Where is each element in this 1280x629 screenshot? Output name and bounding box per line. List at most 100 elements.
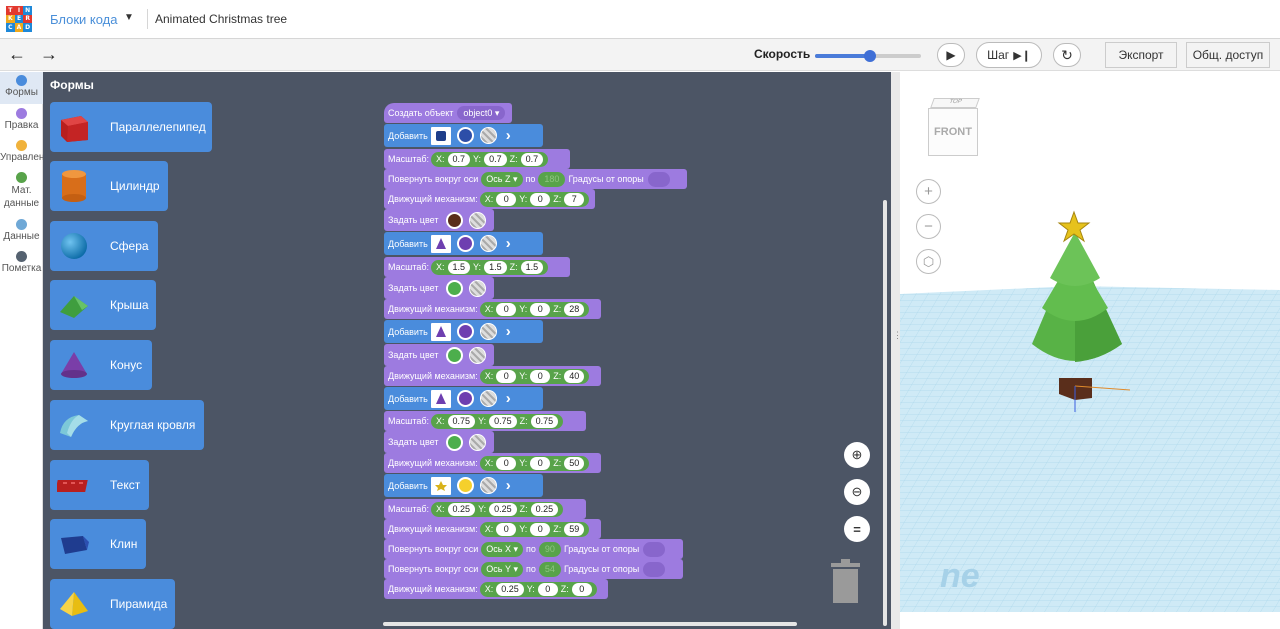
shape-block-wedge[interactable]: Клин [50,519,146,569]
move-block[interactable]: Движущий механизм: X: 0 Y: 0 Z: 50 [384,453,601,473]
shape-block-cylinder[interactable]: Цилиндр [50,161,168,211]
reset-button[interactable]: ↻ [1053,43,1081,67]
axis-dropdown[interactable]: Ось Z ▾ [481,171,523,187]
z-input[interactable]: 50 [564,456,585,470]
rotate-block[interactable]: Повернуть вокруг оси Ось X ▾ по 90 Граду… [384,539,683,559]
code-workspace[interactable]: Создать объект object0 ▾ Добавить › Масш… [250,72,891,629]
z-input[interactable]: 0.75 [530,414,559,428]
category-data[interactable]: Данные [0,217,43,242]
set-color-block[interactable]: Задать цвет [384,209,494,231]
chevron-right-icon[interactable]: › [506,390,511,407]
workspace-scrollbar-vertical[interactable] [883,200,887,626]
move-block[interactable]: Движущий механизм: X: 0 Y: 0 Z: 28 [384,299,601,319]
z-input[interactable]: 40 [564,369,585,383]
y-input[interactable]: 0 [537,582,558,596]
add-shape-block[interactable]: Добавить › [384,320,543,343]
z-input[interactable]: 0.7 [520,152,544,166]
y-input[interactable]: 0.25 [489,502,517,516]
color-swatch[interactable] [456,235,474,252]
scale-block[interactable]: Масштаб: X: 1.5 Y: 1.5 Z: 1.5 [384,257,570,277]
color-swatch[interactable] [456,390,474,407]
shape-block-cone[interactable]: Конус [50,340,152,390]
trash-icon[interactable] [829,559,862,604]
set-color-block[interactable]: Задать цвет [384,344,494,366]
z-input[interactable]: 1.5 [520,260,544,274]
y-input[interactable]: 0.75 [489,414,517,428]
add-shape-block[interactable]: Добавить › [384,387,543,410]
x-input[interactable]: 0.25 [496,582,524,596]
redo-arrow-icon[interactable]: → [40,44,58,65]
zoom-reset-button[interactable]: = [844,516,870,542]
add-shape-block[interactable]: Добавить › [384,232,543,255]
x-input[interactable]: 0 [496,456,517,470]
chevron-right-icon[interactable]: › [506,235,511,252]
add-shape-block[interactable]: Добавить › [384,474,543,497]
z-input[interactable]: 28 [564,302,585,316]
color-swatch[interactable] [446,346,464,364]
speed-slider-knob[interactable] [864,50,877,62]
x-input[interactable]: 0 [496,522,517,536]
object-dropdown[interactable]: object0 ▾ [457,106,506,120]
shape-block-box[interactable]: Параллелепипед [50,102,212,152]
x-input[interactable]: 0.75 [447,414,476,428]
3d-viewport[interactable]: ne TOP FRONT + − ⬡ [900,72,1280,629]
create-object-block[interactable]: Создать объект object0 ▾ [384,103,512,123]
category-control[interactable]: Управлен [0,138,44,163]
view-cube-top[interactable]: TOP [930,98,980,108]
degrees-input[interactable]: 180 [538,171,566,187]
y-input[interactable]: 0 [530,369,551,383]
color-swatch[interactable] [446,433,464,451]
pivot-slot[interactable] [647,171,670,187]
y-input[interactable]: 1.5 [484,260,507,274]
shape-block-text[interactable]: Текст [50,460,149,510]
x-input[interactable]: 1.5 [447,260,471,274]
y-input[interactable]: 0.7 [484,152,507,166]
z-input[interactable]: 0.25 [530,502,559,516]
scale-block[interactable]: Масштаб: X: 0.25 Y: 0.25 Z: 0.25 [384,499,586,519]
z-input[interactable]: 7 [564,192,585,206]
color-swatch[interactable] [456,127,474,144]
shape-block-round-roof[interactable]: Круглая кровля [50,400,204,450]
move-block[interactable]: Движущий механизм: X: 0 Y: 0 Z: 40 [384,366,601,386]
tinkercad-logo[interactable]: T I N K E R C A D [6,6,32,32]
hole-toggle-icon[interactable] [469,279,487,297]
shape-block-roof[interactable]: Крыша [50,280,156,330]
x-input[interactable]: 0.25 [447,502,476,516]
set-color-block[interactable]: Задать цвет [384,431,494,453]
y-input[interactable]: 0 [530,302,551,316]
move-block[interactable]: Движущий механизм: X: 0 Y: 0 Z: 7 [384,189,595,209]
export-button[interactable]: Экспорт [1105,42,1177,68]
project-title[interactable]: Animated Christmas tree [155,12,287,26]
share-button[interactable]: Общ. доступ [1186,42,1270,68]
view-home-button[interactable]: ⬡ [916,249,941,274]
axis-dropdown[interactable]: Ось Y ▾ [481,561,524,577]
shape-block-pyramid[interactable]: Пирамида [50,579,175,629]
y-input[interactable]: 0 [530,522,551,536]
color-swatch[interactable] [456,477,474,494]
view-zoom-out-button[interactable]: − [916,214,941,239]
category-comment[interactable]: Пометка [0,249,43,274]
view-cube-front[interactable]: FRONT [928,108,978,156]
chevron-right-icon[interactable]: › [506,323,511,340]
hole-toggle-icon[interactable] [479,323,497,340]
y-input[interactable]: 0 [530,192,551,206]
rotate-block[interactable]: Повернуть вокруг оси Ось Y ▾ по 54 Граду… [384,559,683,579]
undo-arrow-icon[interactable]: ← [8,44,26,65]
color-swatch[interactable] [446,211,464,229]
mode-selector-label[interactable]: Блоки кода [50,12,118,27]
x-input[interactable]: 0 [496,192,517,206]
hole-toggle-icon[interactable] [479,390,497,407]
color-swatch[interactable] [446,279,464,297]
x-input[interactable]: 0 [496,302,517,316]
move-block[interactable]: Движущий механизм: X: 0.25 Y: 0 Z: 0 [384,579,608,599]
z-input[interactable]: 0 [571,582,592,596]
hole-toggle-icon[interactable] [479,477,497,494]
hole-toggle-icon[interactable] [469,433,487,451]
play-button[interactable]: ▶ [937,43,965,67]
hole-toggle-icon[interactable] [469,211,487,229]
degrees-input[interactable]: 90 [538,541,561,557]
rotate-block[interactable]: Повернуть вокруг оси Ось Z ▾ по 180 Град… [384,169,687,189]
pivot-slot[interactable] [643,541,666,557]
view-zoom-in-button[interactable]: + [916,179,941,204]
shape-block-sphere[interactable]: Сфера [50,221,158,271]
